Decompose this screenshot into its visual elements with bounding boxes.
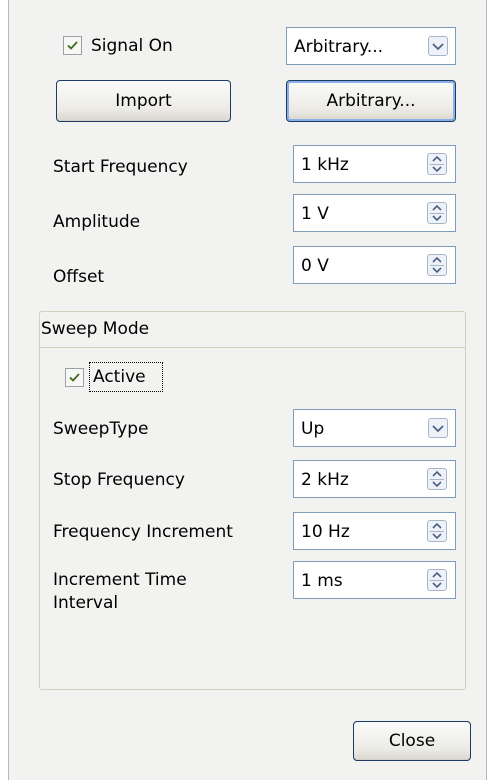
signal-on-checkbox[interactable] (63, 36, 82, 55)
increment-time-label-line1: Increment Time (53, 570, 187, 590)
spinner-arrows-icon[interactable] (427, 468, 447, 490)
start-frequency-input[interactable]: 1 kHz (293, 145, 456, 183)
increment-time-label-line2: Interval (53, 593, 119, 613)
signal-on-label: Signal On (91, 36, 173, 56)
offset-value: 0 V (301, 256, 329, 276)
check-icon (67, 41, 78, 50)
start-frequency-label: Start Frequency (53, 157, 188, 177)
chevron-down-icon[interactable] (428, 36, 448, 56)
check-icon (69, 373, 80, 382)
sweep-mode-title: Sweep Mode (41, 319, 150, 339)
stop-frequency-input[interactable]: 2 kHz (293, 460, 456, 498)
stop-frequency-label: Stop Frequency (53, 470, 185, 490)
sweep-type-label: SweepType (53, 419, 149, 439)
waveform-select-value: Arbitrary... (294, 37, 384, 57)
spinner-arrows-icon[interactable] (427, 202, 447, 224)
spinner-arrows-icon[interactable] (427, 569, 447, 591)
offset-input[interactable]: 0 V (293, 246, 456, 284)
spinner-arrows-icon[interactable] (427, 254, 447, 276)
chevron-down-icon[interactable] (428, 418, 448, 438)
spinner-arrows-icon[interactable] (427, 520, 447, 542)
sweep-type-value: Up (301, 419, 325, 439)
offset-label: Offset (53, 267, 105, 287)
frequency-increment-input[interactable]: 10 Hz (293, 512, 456, 550)
close-button[interactable]: Close (353, 721, 471, 761)
arbitrary-button[interactable]: Arbitrary... (286, 80, 456, 122)
sweep-active-label: Active (93, 367, 146, 387)
start-frequency-value: 1 kHz (301, 155, 349, 175)
waveform-select[interactable]: Arbitrary... (286, 27, 456, 65)
sweep-active-checkbox[interactable] (65, 368, 84, 387)
increment-time-value: 1 ms (301, 571, 343, 591)
spinner-arrows-icon[interactable] (427, 153, 447, 175)
stop-frequency-value: 2 kHz (301, 470, 349, 490)
frequency-increment-label: Frequency Increment (53, 522, 233, 542)
amplitude-input[interactable]: 1 V (293, 194, 456, 232)
import-button[interactable]: Import (56, 80, 231, 122)
amplitude-value: 1 V (301, 204, 329, 224)
dialog-window: Signal On Arbitrary... Import Arbitrary.… (8, 0, 487, 780)
group-divider (40, 347, 465, 348)
frequency-increment-value: 10 Hz (301, 522, 350, 542)
amplitude-label: Amplitude (53, 212, 141, 232)
increment-time-input[interactable]: 1 ms (293, 561, 456, 599)
sweep-type-select[interactable]: Up (293, 409, 456, 447)
